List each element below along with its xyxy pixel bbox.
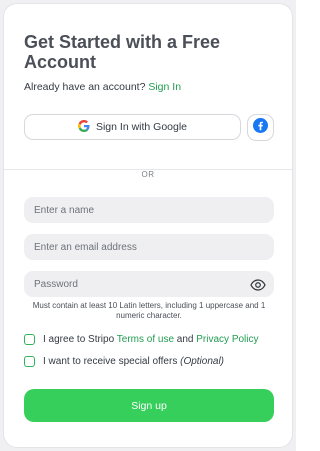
page-background: Get Started with a Free Account Already …: [0, 0, 296, 451]
signup-card: Get Started with a Free Account Already …: [3, 3, 293, 448]
already-account-text: Already have an account? Sign In: [24, 81, 181, 93]
agree-terms-text: I agree to Stripo Terms of use and Priva…: [43, 334, 259, 345]
terms-of-use-link[interactable]: Terms of use: [117, 334, 174, 345]
special-offers-label: I want to receive special offers: [43, 356, 178, 367]
or-label: OR: [133, 170, 163, 179]
facebook-sign-in-button[interactable]: [247, 114, 274, 141]
optional-label: (Optional): [180, 356, 225, 367]
special-offers-row: I want to receive special offers (Option…: [24, 356, 224, 367]
already-account-label: Already have an account?: [24, 81, 146, 93]
password-input[interactable]: [24, 271, 274, 297]
privacy-policy-link[interactable]: Privacy Policy: [196, 334, 258, 345]
facebook-icon: [253, 117, 268, 138]
google-sign-in-button[interactable]: Sign In with Google: [24, 114, 241, 140]
agree-terms-checkbox[interactable]: [24, 334, 35, 345]
email-input[interactable]: [24, 234, 274, 260]
sign-in-link[interactable]: Sign In: [148, 81, 181, 93]
agree-and: and: [176, 334, 194, 345]
google-button-label: Sign In with Google: [95, 121, 188, 133]
name-input[interactable]: [24, 197, 274, 223]
sign-up-button[interactable]: Sign up: [24, 389, 274, 422]
page-title: Get Started with a Free Account: [24, 32, 221, 72]
or-divider: OR: [4, 164, 292, 182]
show-password-eye-icon[interactable]: [250, 278, 266, 292]
special-offers-checkbox[interactable]: [24, 356, 35, 367]
agree-terms-row: I agree to Stripo Terms of use and Priva…: [24, 334, 259, 345]
agree-prefix: I agree to Stripo: [43, 334, 115, 345]
password-hint: Must contain at least 10 Latin letters, …: [32, 301, 266, 320]
special-offers-text: I want to receive special offers (Option…: [43, 356, 224, 367]
google-icon: [77, 119, 90, 135]
